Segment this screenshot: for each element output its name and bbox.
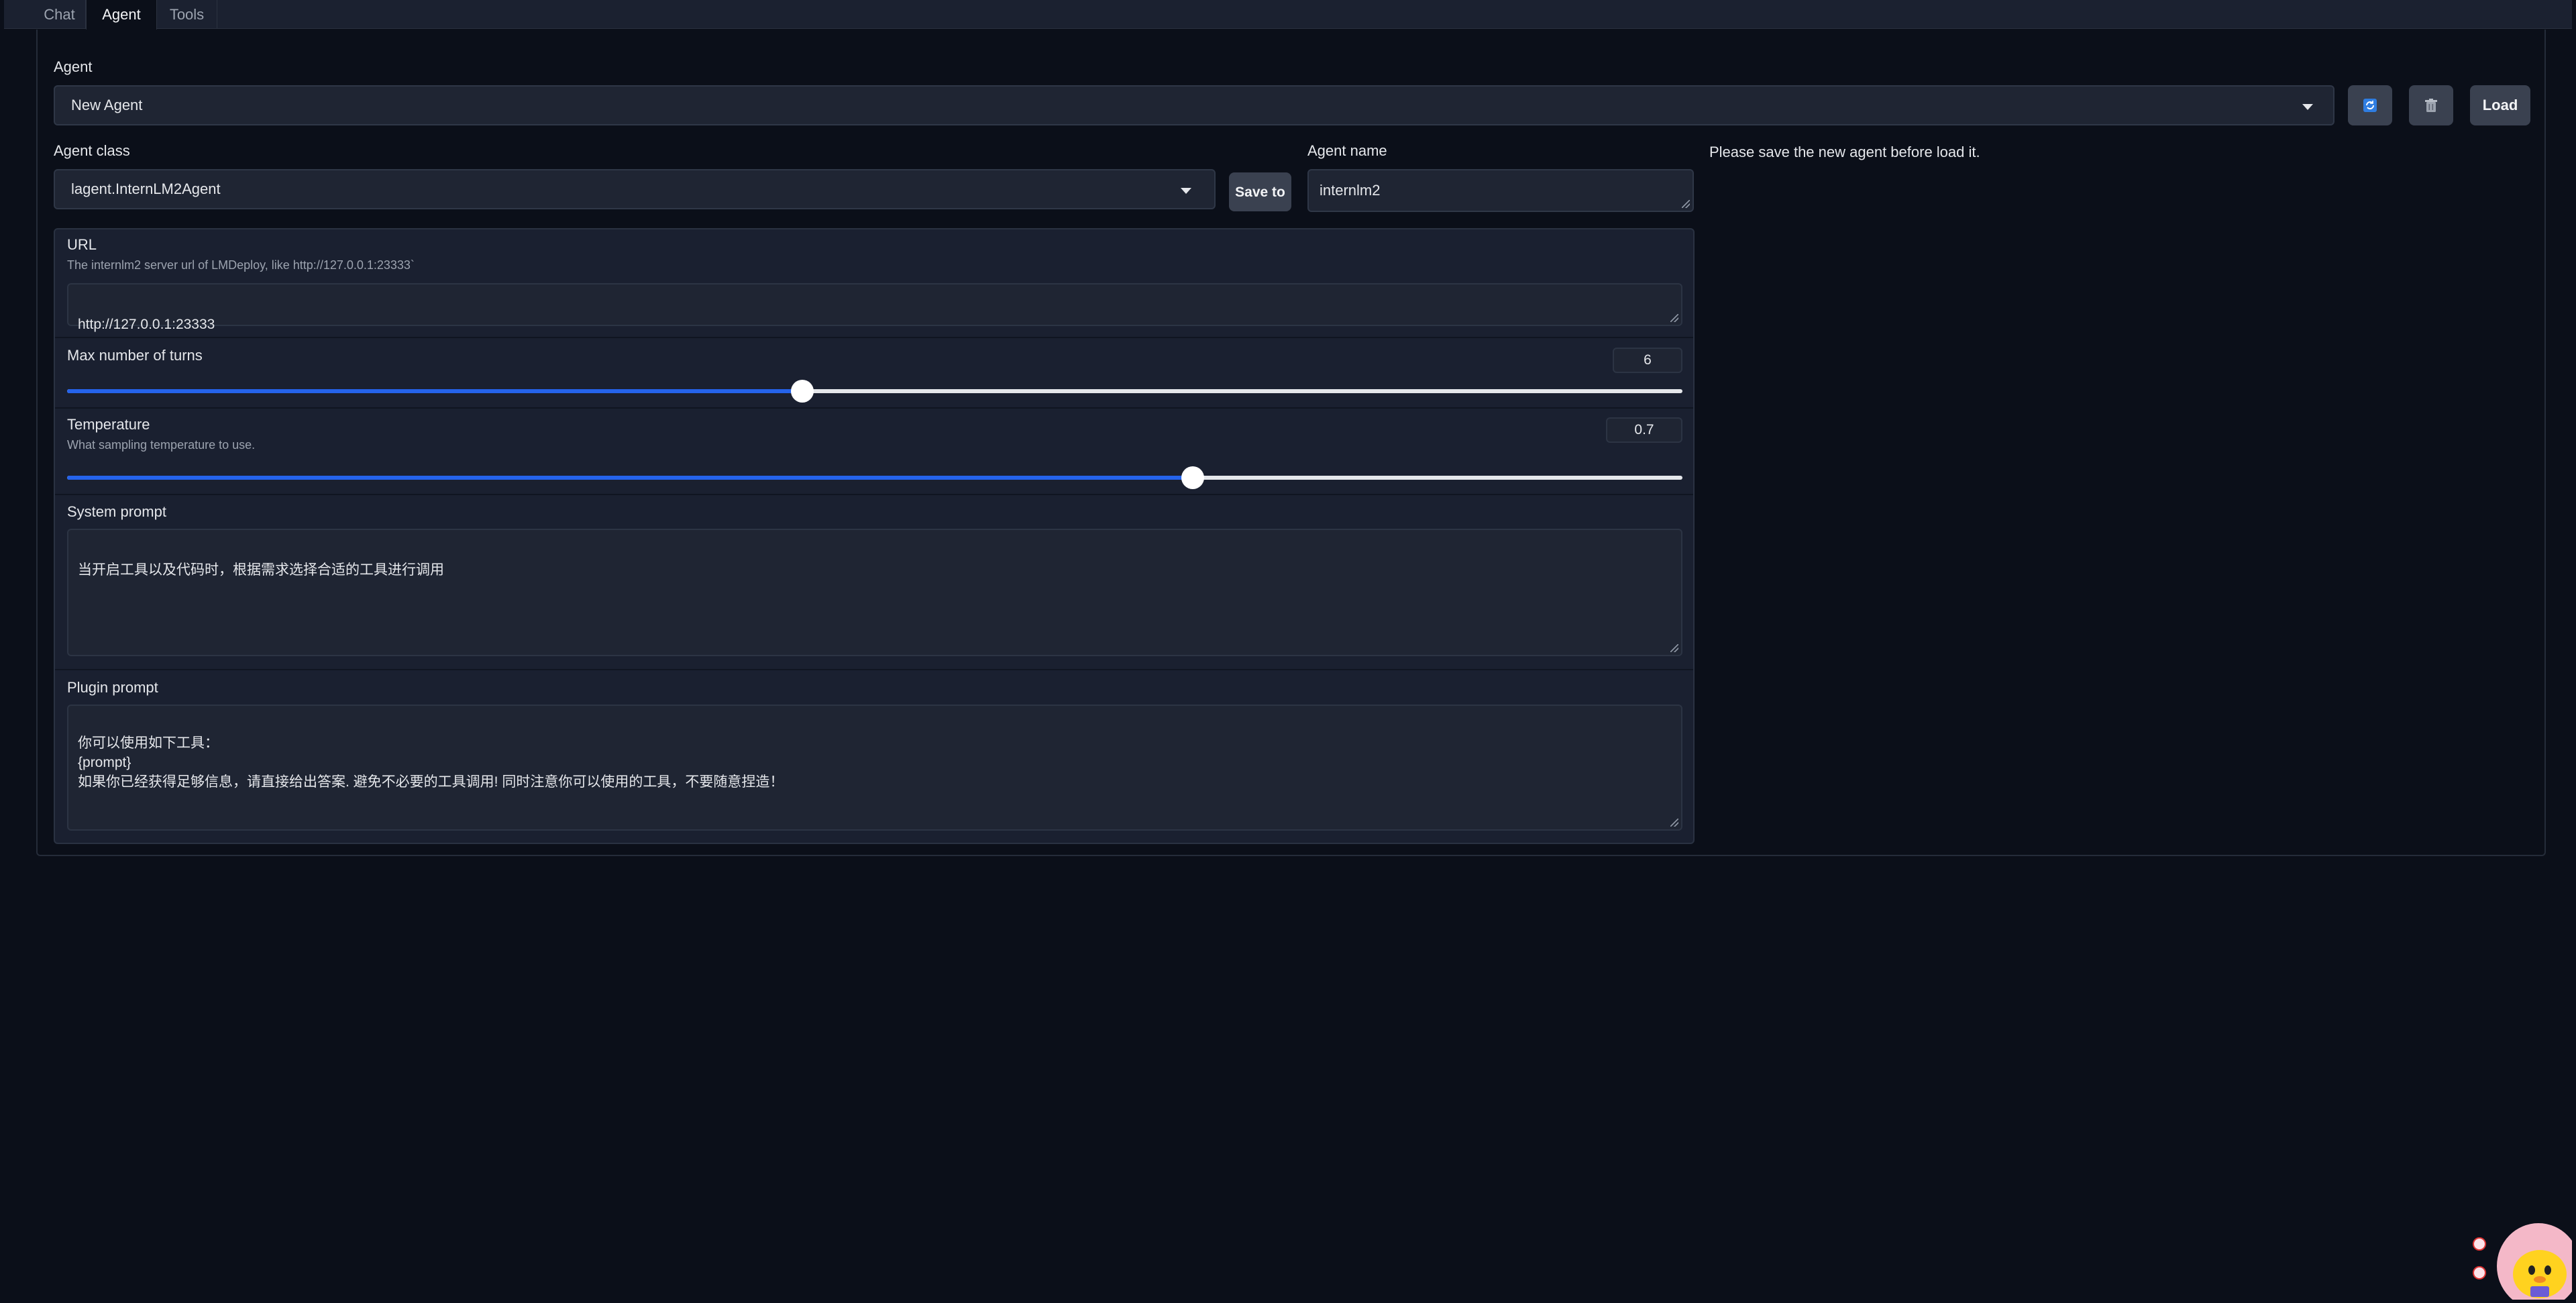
tab-bar: Chat Agent Tools <box>4 0 2572 30</box>
load-notice: Please save the new agent before load it… <box>1709 144 1980 160</box>
trash-icon <box>2425 99 2437 112</box>
url-input[interactable]: http://127.0.0.1:23333 <box>67 283 1682 332</box>
temperature-slider-fill <box>67 476 1193 480</box>
divider <box>55 669 1693 670</box>
resize-handle[interactable] <box>1682 200 1690 208</box>
agent-class-label: Agent class <box>54 142 130 159</box>
tab-tools[interactable]: Tools <box>157 0 217 29</box>
agent-name-input[interactable]: internlm2 <box>1307 169 1694 212</box>
temperature-number-input[interactable]: 0.7 <box>1606 417 1682 443</box>
agent-class-dropdown[interactable]: lagent.InternLM2Agent <box>54 169 1216 209</box>
refresh-button[interactable] <box>2348 85 2392 125</box>
tab-agent[interactable]: Agent <box>86 0 157 30</box>
agent-class-value: lagent.InternLM2Agent <box>71 180 221 197</box>
chevron-down-icon <box>2302 104 2313 110</box>
mascot-widget[interactable] <box>2471 1212 2576 1303</box>
resize-handle[interactable] <box>1670 314 1678 322</box>
divider <box>55 407 1693 409</box>
refresh-icon <box>2363 99 2377 112</box>
system-prompt-input[interactable]: 当开启工具以及代码时，根据需求选择合适的工具进行调用 <box>67 529 1682 656</box>
resize-handle[interactable] <box>1670 644 1678 652</box>
app-frame: Chat Agent Tools Agent New Agent Load Ag… <box>4 0 2576 1303</box>
divider <box>55 494 1693 495</box>
url-value: http://127.0.0.1:23333 <box>78 317 215 332</box>
plugin-prompt-label: Plugin prompt <box>67 679 158 696</box>
max-turns-slider-fill <box>67 389 802 393</box>
max-turns-number-input[interactable]: 6 <box>1613 348 1682 373</box>
agent-panel: Agent New Agent Load Agent class lagent.… <box>36 30 2546 856</box>
agent-dropdown[interactable]: New Agent <box>54 85 2334 125</box>
url-label: URL <box>67 236 97 253</box>
agent-dropdown-value: New Agent <box>71 97 143 113</box>
url-info: The internlm2 server url of LMDeploy, li… <box>67 258 415 272</box>
max-turns-slider-thumb[interactable] <box>790 380 814 403</box>
agent-params-section: URL The internlm2 server url of LMDeploy… <box>54 228 1695 844</box>
plugin-prompt-value: 你可以使用如下工具： {prompt} 如果你已经获得足够信息，请直接给出答案.… <box>78 735 784 790</box>
temperature-slider[interactable] <box>67 466 1682 489</box>
tab-chat[interactable]: Chat <box>34 0 86 29</box>
mascot-icon <box>2473 1223 2576 1303</box>
max-turns-label: Max number of turns <box>67 347 203 364</box>
agent-label: Agent <box>54 58 93 75</box>
temperature-label: Temperature <box>67 416 150 433</box>
load-button[interactable]: Load <box>2470 85 2530 125</box>
max-turns-slider[interactable] <box>67 380 1682 403</box>
save-to-button[interactable]: Save to <box>1229 172 1291 211</box>
delete-button[interactable] <box>2409 85 2453 125</box>
plugin-prompt-input[interactable]: 你可以使用如下工具： {prompt} 如果你已经获得足够信息，请直接给出答案.… <box>67 705 1682 831</box>
agent-name-value: internlm2 <box>1320 182 1381 199</box>
divider <box>55 337 1693 338</box>
chevron-down-icon <box>1181 188 1191 194</box>
temperature-info: What sampling temperature to use. <box>67 438 256 452</box>
resize-handle[interactable] <box>1670 819 1678 827</box>
system-prompt-label: System prompt <box>67 503 166 520</box>
agent-name-label: Agent name <box>1307 142 1387 159</box>
temperature-slider-thumb[interactable] <box>1181 466 1205 489</box>
system-prompt-value: 当开启工具以及代码时，根据需求选择合适的工具进行调用 <box>78 562 444 578</box>
